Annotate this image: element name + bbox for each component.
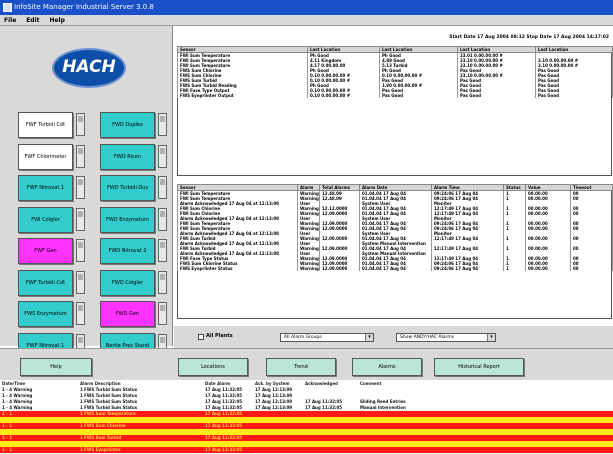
- table-cell: Warning: [297, 266, 320, 271]
- table-cell: Pas Good: [457, 93, 536, 98]
- alarm-group-value: All Alarm Groups: [284, 335, 322, 340]
- location-button[interactable]: FWD Ricen: [100, 143, 155, 170]
- table-cell: 1: [503, 266, 526, 271]
- alarm-log-header: Date/Time Alarm Description Date Alarm Ack.…: [0, 380, 613, 387]
- window-titlebar: InfoSite Manager Industrial Server 3.0.8: [0, 0, 613, 15]
- app-icon: [3, 3, 12, 12]
- location-side-button[interactable]: [158, 207, 167, 231]
- menu-help[interactable]: Help: [49, 17, 64, 24]
- data-area: Start Date 17 Aug 2004 09:12 Stop Date 1…: [174, 26, 613, 346]
- location-button[interactable]: FWI Colgler: [18, 206, 73, 233]
- table-cell: 12.09.0000: [319, 266, 360, 271]
- alarm-source-select[interactable]: Show ANDY/HAC Alarms ▾: [396, 333, 496, 342]
- alarm-group-select[interactable]: All Alarm Groups ▾: [280, 333, 374, 342]
- location-panel: HACH FWF Turbidi Cdt FWD Duplex FWF Chlori…: [0, 26, 173, 359]
- menu-bar: File Edit Help: [0, 15, 613, 26]
- all-plants-checkbox[interactable]: [198, 334, 204, 340]
- table-cell: Pas Good: [379, 93, 458, 98]
- menu-edit[interactable]: Edit: [26, 17, 39, 24]
- historical-report-button[interactable]: Historical Report: [434, 358, 524, 376]
- location-side-button[interactable]: [76, 302, 85, 325]
- chevron-down-icon[interactable]: ▾: [487, 334, 495, 341]
- location-button[interactable]: FWF Chlorimeter: [18, 143, 73, 170]
- table-cell: FWS Eyoprlinter Status: [177, 266, 298, 271]
- alarm-log-column-header: Ack. by System: [255, 381, 290, 386]
- location-side-button[interactable]: [158, 239, 167, 262]
- action-bar: Help Locations Trend Alarms Historical R…: [0, 348, 613, 380]
- table-row[interactable]: FWS Eyoprlinter Output 0.10 0.00.00.00 # P…: [177, 93, 613, 98]
- table-cell: 00.00.00: [525, 266, 571, 271]
- table-cell: 0.10 0.00.00.00 #: [307, 93, 380, 98]
- alarm-log-column-header: Date/Time: [2, 381, 26, 386]
- alarms-table: Sensor Alarm Total Alarms Alarm Date Alarm T…: [177, 184, 613, 271]
- hach-logo: HACH: [52, 48, 126, 88]
- location-button[interactable]: FWD Nitrovat 2: [100, 238, 155, 264]
- help-button[interactable]: Help: [20, 358, 92, 376]
- table-cell: 00: [570, 266, 613, 271]
- all-plants-label: All Plants: [206, 333, 233, 339]
- location-button[interactable]: FWS Enzymetum: [18, 301, 73, 327]
- alarm-log-column-header: Acknowledged: [305, 381, 338, 386]
- chevron-down-icon[interactable]: ▾: [365, 334, 373, 341]
- location-button[interactable]: FWF Gen: [18, 238, 73, 264]
- alarm-log-cell: 1 - 1: [2, 447, 13, 452]
- location-side-button[interactable]: [158, 113, 167, 136]
- menu-file[interactable]: File: [4, 17, 16, 24]
- table-cell: 01.04.04 17 Aug 04: [359, 266, 432, 271]
- location-button[interactable]: FWD Enzymetum: [100, 206, 155, 233]
- location-side-button[interactable]: [76, 176, 85, 199]
- table-cell: Pas Good: [535, 93, 613, 98]
- alarm-source-value: Show ANDY/HAC Alarms: [400, 335, 455, 340]
- alarm-log-cell: 17 Aug 11:32:05: [205, 447, 243, 452]
- filter-bar: All Plants All Alarm Groups ▾ Show ANDY/…: [174, 326, 613, 348]
- alarm-log-column-header: Alarm Description: [80, 381, 121, 386]
- logo-text: HACH: [62, 57, 116, 77]
- table-cell: 09:24:06 17 Aug 04: [431, 266, 504, 271]
- location-side-button[interactable]: [76, 270, 85, 294]
- location-side-button[interactable]: [76, 113, 85, 136]
- alarm-log-row[interactable]: 1 - 1 1 FWS Eyoprlinter 17 Aug 11:32:05: [0, 447, 613, 453]
- location-side-button[interactable]: [158, 302, 167, 325]
- alarm-log-column-header: Comment: [360, 381, 382, 386]
- location-side-button[interactable]: [76, 144, 85, 168]
- alarm-log-column-header: Date Alarm: [205, 381, 231, 386]
- locations-button[interactable]: Locations: [178, 358, 248, 376]
- location-button[interactable]: FWD Gen: [100, 301, 155, 327]
- readings-table: Sensor Last Location Last Location Last Loc…: [177, 46, 613, 98]
- location-side-button[interactable]: [158, 270, 167, 294]
- location-button[interactable]: FWF Turbidi Cdt: [18, 269, 73, 296]
- alarms-button[interactable]: Alarms: [352, 358, 422, 376]
- window-title: InfoSite Manager Industrial Server 3.0.8: [14, 3, 154, 11]
- alarm-log: Date/Time Alarm Description Date Alarm Ack.…: [0, 380, 613, 454]
- date-range: Start Date 17 Aug 2004 09:12 Stop Date 1…: [449, 35, 609, 40]
- trend-button[interactable]: Trend: [266, 358, 336, 376]
- table-cell: FWS Eyoprlinter Output: [177, 93, 308, 98]
- location-button[interactable]: FWD Turbidi Dus: [100, 175, 155, 201]
- alarm-log-cell: 1 FWS Eyoprlinter: [80, 447, 121, 452]
- location-side-button[interactable]: [76, 239, 85, 262]
- table-row[interactable]: FWS Eyoprlinter Status Warning 12.09.0000 0…: [177, 266, 613, 271]
- location-button[interactable]: FWD Duplex: [100, 112, 155, 138]
- location-button[interactable]: FWF Nitrovat 1: [18, 175, 73, 201]
- location-side-button[interactable]: [76, 207, 85, 231]
- location-button[interactable]: FWF Turbidi Cdt: [18, 112, 73, 138]
- location-side-button[interactable]: [158, 144, 167, 168]
- location-side-button[interactable]: [158, 176, 167, 199]
- location-button[interactable]: FWD Colgler: [100, 269, 155, 296]
